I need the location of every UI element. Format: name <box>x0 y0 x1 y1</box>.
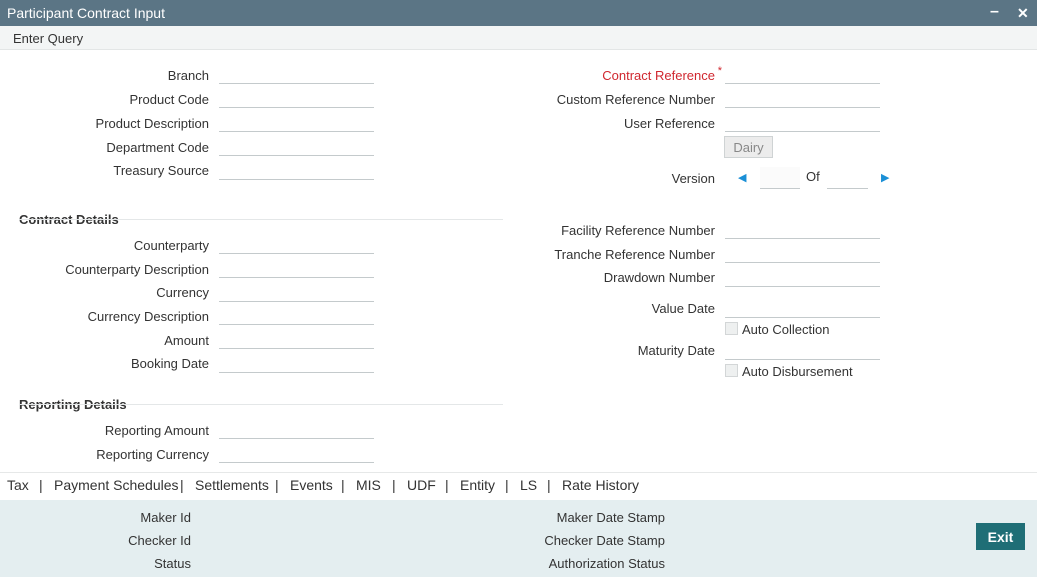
tab-separator: | <box>445 477 449 493</box>
counterparty-field[interactable] <box>219 234 374 254</box>
tab-separator: | <box>505 477 509 493</box>
window-title: Participant Contract Input <box>7 5 165 21</box>
version-label: Version <box>671 171 715 186</box>
reporting-amount-label: Reporting Amount <box>104 423 209 438</box>
tab-separator: | <box>392 477 396 493</box>
product-code-label: Product Code <box>129 92 210 107</box>
drawdown-number-label: Drawdown Number <box>603 270 715 285</box>
tab-events[interactable]: Events <box>290 477 333 493</box>
tab-udf[interactable]: UDF <box>407 477 436 493</box>
currency-field[interactable] <box>219 282 374 302</box>
checker-date-stamp-label: Checker Date Stamp <box>544 533 665 548</box>
department-code-field[interactable] <box>219 136 374 156</box>
contract-reference-text: Contract Reference <box>602 68 715 83</box>
product-code-field[interactable] <box>219 88 374 108</box>
maker-id-label: Maker Id <box>140 510 191 525</box>
menu-bar: Enter Query <box>0 26 1037 50</box>
previous-version-icon[interactable]: ◀ <box>738 171 746 184</box>
facility-reference-number-field[interactable] <box>725 219 880 239</box>
tranche-reference-number-label: Tranche Reference Number <box>554 247 715 262</box>
next-version-icon[interactable]: ▶ <box>881 171 889 184</box>
auto-collection-label: Auto Collection <box>742 322 830 337</box>
checker-id-label: Checker Id <box>128 533 191 548</box>
contract-reference-field[interactable] <box>725 64 880 84</box>
status-label: Status <box>154 556 191 571</box>
contract-reference-label: Contract Reference * <box>602 65 722 83</box>
counterparty-description-label: Counterparty Description <box>65 262 209 277</box>
tab-ls[interactable]: LS <box>520 477 537 493</box>
currency-label: Currency <box>156 285 209 300</box>
close-icon[interactable]: ✕ <box>1017 5 1029 22</box>
treasury-source-field[interactable] <box>219 160 374 180</box>
tab-tax[interactable]: Tax <box>7 477 29 493</box>
exit-button[interactable]: Exit <box>976 523 1025 550</box>
treasury-source-label: Treasury Source <box>113 163 209 178</box>
tab-entity[interactable]: Entity <box>460 477 495 493</box>
amount-label: Amount <box>164 333 209 348</box>
reporting-details-divider <box>19 404 503 405</box>
currency-description-label: Currency Description <box>87 309 209 324</box>
tab-mis[interactable]: MIS <box>356 477 381 493</box>
tab-separator: | <box>547 477 551 493</box>
user-reference-field[interactable] <box>725 112 880 132</box>
minimize-icon[interactable]: – <box>990 3 999 21</box>
department-code-label: Department Code <box>106 140 209 155</box>
booking-date-field[interactable] <box>219 353 374 373</box>
auto-collection-checkbox[interactable] <box>725 322 738 335</box>
enter-query-menu[interactable]: Enter Query <box>13 31 83 46</box>
booking-date-label: Booking Date <box>130 356 209 371</box>
audit-footer: Maker Id Checker Id Status Maker Date St… <box>0 500 1037 577</box>
maker-date-stamp-label: Maker Date Stamp <box>556 510 665 525</box>
reporting-currency-field[interactable] <box>219 443 374 463</box>
tab-payment-schedules[interactable]: Payment Schedules <box>54 477 179 493</box>
branch-field[interactable] <box>219 64 374 84</box>
auto-disbursement-checkbox[interactable] <box>725 364 738 377</box>
authorization-status-label: Authorization Status <box>548 556 665 571</box>
bottom-tab-bar: Tax | Payment Schedules | Settlements | … <box>0 472 1037 499</box>
value-date-label: Value Date <box>651 301 715 316</box>
maturity-date-label: Maturity Date <box>637 343 715 358</box>
product-description-label: Product Description <box>95 116 209 131</box>
user-reference-label: User Reference <box>623 116 715 131</box>
counterparty-label: Counterparty <box>133 238 209 253</box>
version-of-label: Of <box>806 169 820 184</box>
tab-separator: | <box>341 477 345 493</box>
dairy-button[interactable]: Dairy <box>724 136 773 158</box>
tab-settlements[interactable]: Settlements <box>195 477 269 493</box>
counterparty-description-field[interactable] <box>219 258 374 278</box>
product-description-field[interactable] <box>219 112 374 132</box>
auto-disbursement-label: Auto Disbursement <box>742 364 853 379</box>
tranche-reference-number-field[interactable] <box>725 243 880 263</box>
value-date-field[interactable] <box>725 298 880 318</box>
maturity-date-field[interactable] <box>725 340 880 360</box>
facility-reference-number-label: Facility Reference Number <box>561 223 715 238</box>
contract-details-divider <box>19 219 503 220</box>
drawdown-number-field[interactable] <box>725 267 880 287</box>
currency-description-field[interactable] <box>219 305 374 325</box>
reporting-amount-field[interactable] <box>219 419 374 439</box>
tab-rate-history[interactable]: Rate History <box>562 477 639 493</box>
required-mark: * <box>717 65 722 77</box>
reporting-currency-label: Reporting Currency <box>96 447 209 462</box>
amount-field[interactable] <box>219 329 374 349</box>
tab-separator: | <box>39 477 43 493</box>
version-total-field[interactable] <box>827 167 868 189</box>
custom-reference-number-field[interactable] <box>725 88 880 108</box>
branch-label: Branch <box>167 68 209 83</box>
tab-separator: | <box>275 477 279 493</box>
version-number-field[interactable] <box>760 167 800 189</box>
title-bar: Participant Contract Input – ✕ <box>0 0 1037 26</box>
tab-separator: | <box>180 477 184 493</box>
custom-reference-number-label: Custom Reference Number <box>556 92 715 107</box>
